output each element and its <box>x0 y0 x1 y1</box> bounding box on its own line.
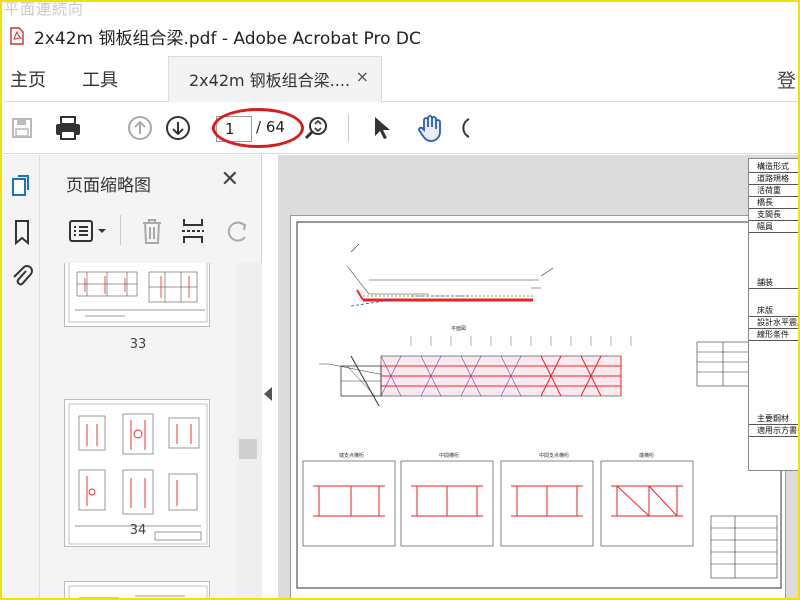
spec-row: 舗装アスファルト舗装 車道部 t = 80 mm <box>749 275 798 289</box>
spec-row: 線形条件平面線形 R=60,A=50 ～ R = ∞ <box>749 327 798 341</box>
attachment-icon[interactable] <box>10 263 34 287</box>
previous-page-icon[interactable] <box>124 112 156 144</box>
spec-key: 線形条件 <box>757 330 789 339</box>
thumbnail-panel-title: 页面缩略图 <box>66 176 151 196</box>
drawing-page[interactable]: 平面図 端支点横桁 中間横桁 中間支点横桁 端横桁 <box>290 215 786 598</box>
thumbnail-tools <box>40 209 262 253</box>
delete-page-icon[interactable] <box>140 217 164 245</box>
spec-key: 舗装 <box>757 278 773 287</box>
spec-row: 有効幅員 車道部 5.250 m (CL法線方向 <box>749 233 798 247</box>
select-cursor-icon[interactable] <box>366 112 398 144</box>
left-nav-rail <box>4 155 40 598</box>
document-view: 平面図 端支点横桁 中間横桁 中間支点横桁 端横桁 構造形式 道路規格 活荷重 … <box>278 155 798 598</box>
window-title: 2x42m 钢板组合梁.pdf - Adobe Acrobat Pro DC <box>34 28 421 49</box>
rotate-icon[interactable] <box>456 112 472 144</box>
zoom-icon[interactable] <box>300 112 332 144</box>
tools-divider <box>120 215 121 245</box>
close-tab-icon[interactable]: × <box>356 67 369 86</box>
rotate-page-icon[interactable] <box>224 217 250 245</box>
pdf-file-icon <box>10 27 24 45</box>
toolbar-divider <box>348 114 349 142</box>
thumbnail-page-33[interactable] <box>64 263 210 327</box>
extract-page-icon[interactable] <box>180 217 206 245</box>
thumbnail-list: 33 34 <box>40 263 236 598</box>
spec-row: 幅員全 幅 員 7.750 m (CL法線方向寸法) <box>749 219 798 233</box>
section-title: 端支点横桁 <box>339 452 364 459</box>
bookmark-icon[interactable] <box>10 219 34 246</box>
plan-view-label: 平面図 <box>451 326 466 332</box>
spec-row: 鋼道路橋疲労設計指針 [日本道路協会 <box>749 451 798 465</box>
spec-row: 縦断線形 i = 1.000 % ～ -1.000 % [VCL=375.9 <box>749 341 798 355</box>
close-panel-icon[interactable]: ✕ <box>221 167 239 192</box>
spec-row: 歩道部 1.500 m (CL法線方向 <box>749 247 798 261</box>
spec-row: 設計便覧(案) [国土交通省近畿地方整備局 <box>749 437 798 451</box>
spec-row: 横断線形 i = 2.00 % 山勾配 <box>749 355 798 369</box>
bridge-drawing: 平面図 端支点横桁 中間横桁 中間支点横桁 端横桁 <box>296 221 782 589</box>
collapse-panel-arrow[interactable] <box>264 387 272 401</box>
print-icon[interactable] <box>52 112 84 144</box>
tab-bar: 主页 工具 2x42m 钢板组合梁.... × 登 <box>4 52 798 102</box>
hand-tool-icon[interactable] <box>414 112 446 144</box>
section-title: 中間支点横桁 <box>539 452 569 459</box>
acrobat-window: 平面連続向 2x42m 钢板组合梁.pdf - Adobe Acrobat Pr… <box>0 0 800 600</box>
spec-row: 歩道部 t = 40 mm <box>749 289 798 303</box>
spec-key: 適用示方書 <box>757 426 797 435</box>
thumbnail-panel: 页面缩略图 ✕ 33 34 <box>40 155 262 598</box>
save-icon[interactable] <box>6 112 38 144</box>
tab-tools[interactable]: 工具 <box>82 66 118 92</box>
title-bar: 2x42m 钢板组合梁.pdf - Adobe Acrobat Pro DC <box>4 20 474 52</box>
spec-row: 斜 角 A01 : No.5+ 2.650 (θ=右75°00'00") <box>749 369 798 383</box>
background-window-text: 平面連続向 <box>4 0 85 18</box>
tab-document[interactable]: 2x42m 钢板组合梁.... × <box>168 56 382 102</box>
annotation-circle <box>212 108 304 148</box>
thumbnail-page-label: 34 <box>129 523 147 538</box>
options-menu-icon[interactable] <box>68 219 108 243</box>
thumbnail-page-35[interactable] <box>64 581 210 598</box>
main-toolbar: 1 / 64 <box>4 102 798 154</box>
thumbnail-scrollbar[interactable] <box>236 263 262 598</box>
section-title: 中間横桁 <box>439 452 459 459</box>
section-title: 端横桁 <box>639 452 654 459</box>
thumbnail-page-label: 33 <box>129 337 147 352</box>
tab-home[interactable]: 主页 <box>10 66 46 92</box>
spec-row: P1 : No.9+ 6.650 (θ=90°00'00") <box>749 397 798 411</box>
scrollbar-thumb[interactable] <box>239 439 257 459</box>
spec-row: 適用示方書道路橋示方書・同解説I～V [日本道路協会 平 <box>749 423 798 437</box>
spec-key: 幅員 <box>757 222 773 231</box>
document-tab-label: 2x42m 钢板组合梁.... <box>189 71 351 90</box>
page-thumbnails-icon[interactable] <box>10 173 34 197</box>
spec-table-overlay: 構造形式2径間連続合成鈑桁橋道路規格3種3級 ( 設計速度 V = 40 km/… <box>748 158 798 471</box>
spec-row: P01 : No.7+ 4.650 (θ=右85°00'00") <box>749 383 798 397</box>
signin-button[interactable]: 登 <box>777 66 796 93</box>
next-page-icon[interactable] <box>162 112 194 144</box>
